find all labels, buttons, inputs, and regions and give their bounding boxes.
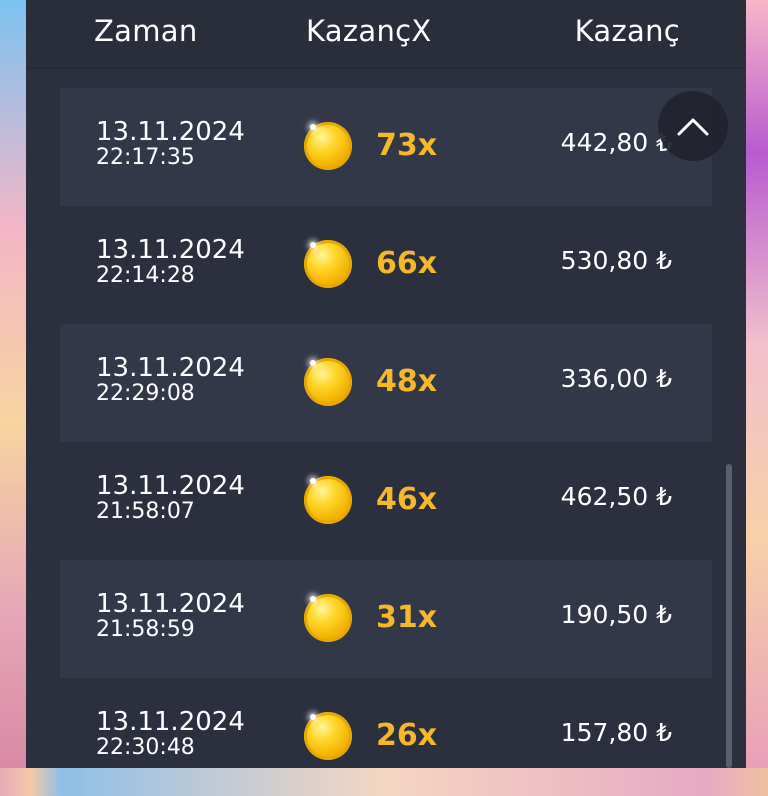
row-date: 13.11.2024 [96,707,245,737]
row-win: 442,80 ₺ [560,128,672,157]
row-win: 462,50 ₺ [560,482,672,511]
column-header-time: Zaman [94,14,198,48]
table-row: 13.11.2024 21:58:59 31x 190,50 ₺ [60,560,712,678]
column-header-multiplier: KazançX [306,14,432,48]
coin-icon [304,594,352,642]
row-time: 22:14:28 [96,263,195,288]
table-row: 13.11.2024 22:17:35 73x 442,80 ₺ [60,88,712,206]
column-header-win: Kazanç [574,14,680,48]
row-multiplier: 46x [376,482,438,517]
row-win: 336,00 ₺ [560,364,672,393]
win-history-panel: Zaman KazançX Kazanç 13.11.2024 22:17:35… [26,0,746,768]
row-win: 190,50 ₺ [560,600,672,629]
table-row: 13.11.2024 21:58:07 46x 462,50 ₺ [60,442,712,560]
row-date: 13.11.2024 [96,353,245,383]
row-date: 13.11.2024 [96,117,245,147]
coin-icon [304,240,352,288]
coin-icon [304,122,352,170]
chevron-up-icon [677,118,709,136]
table-row: 13.11.2024 22:30:48 26x 157,80 ₺ [60,678,712,796]
coin-icon [304,712,352,760]
table-row: 13.11.2024 22:14:28 66x 530,80 ₺ [60,206,712,324]
table-header: Zaman KazançX Kazanç [26,0,746,69]
coin-icon [304,358,352,406]
scrollbar[interactable] [726,464,732,768]
row-date: 13.11.2024 [96,589,245,619]
game-background-left [0,0,28,768]
coin-icon [304,476,352,524]
row-win: 157,80 ₺ [560,718,672,747]
row-time: 22:30:48 [96,735,195,760]
row-date: 13.11.2024 [96,471,245,501]
row-multiplier: 73x [376,128,438,163]
row-win: 530,80 ₺ [560,246,672,275]
row-time: 22:29:08 [96,381,195,406]
row-multiplier: 31x [376,600,438,635]
table-row: 13.11.2024 22:29:08 48x 336,00 ₺ [60,324,712,442]
row-multiplier: 26x [376,718,438,753]
row-date: 13.11.2024 [96,235,245,265]
game-background-right [744,0,768,768]
scroll-to-top-button[interactable] [658,91,728,161]
row-time: 21:58:07 [96,499,195,524]
row-multiplier: 48x [376,364,438,399]
row-time: 21:58:59 [96,617,195,642]
row-time: 22:17:35 [96,145,195,170]
row-multiplier: 66x [376,246,438,281]
